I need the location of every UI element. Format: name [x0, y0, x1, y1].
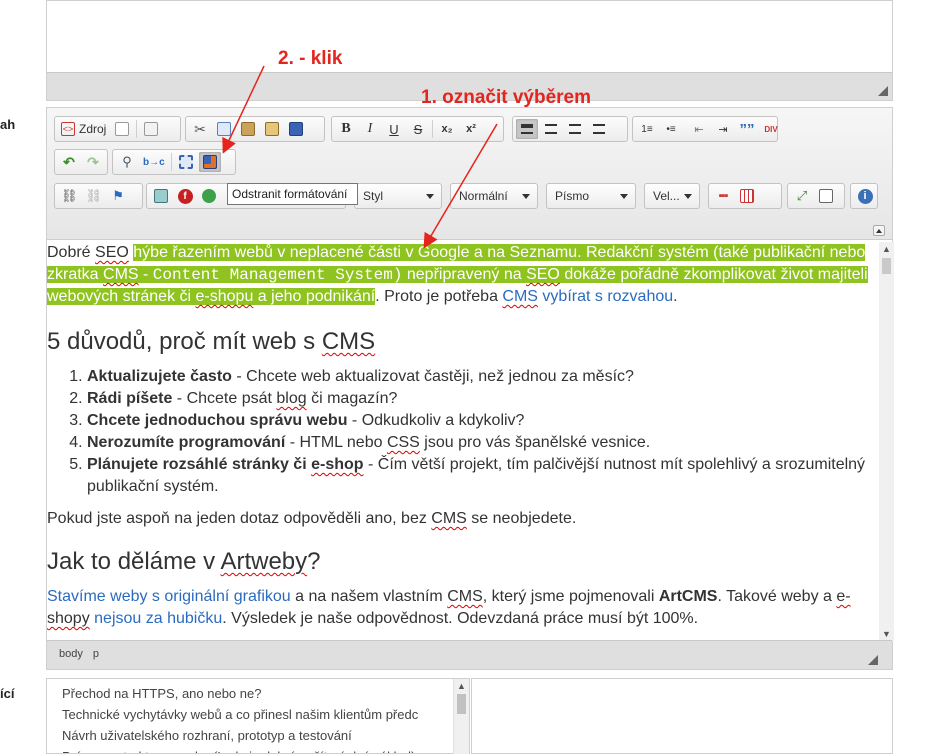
list-item[interactable]: Návrh uživatelského rozhraní, prototyp a…: [62, 725, 454, 746]
list-item[interactable]: Přechod na HTTPS, ano nebo ne?: [62, 683, 454, 704]
annotation-arrows: [222, 65, 498, 249]
selected-articles-list[interactable]: [471, 678, 893, 754]
scroll-up-icon[interactable]: ▲: [457, 681, 466, 691]
list-item[interactable]: Práce se strukturou webu (Lzde je dobré …: [62, 746, 454, 753]
tooltip: Odstranit formátování: [227, 183, 358, 205]
list-item[interactable]: Technické vychytávky webů a co přinesl n…: [62, 704, 454, 725]
list-scrollbar[interactable]: ▲: [453, 679, 469, 754]
related-articles-list[interactable]: Přechod na HTTPS, ano nebo ne? Technické…: [46, 678, 470, 754]
scroll-thumb[interactable]: [457, 694, 466, 714]
arrow-to-selection: [423, 123, 498, 249]
arrow-to-remove-format: [222, 65, 265, 154]
